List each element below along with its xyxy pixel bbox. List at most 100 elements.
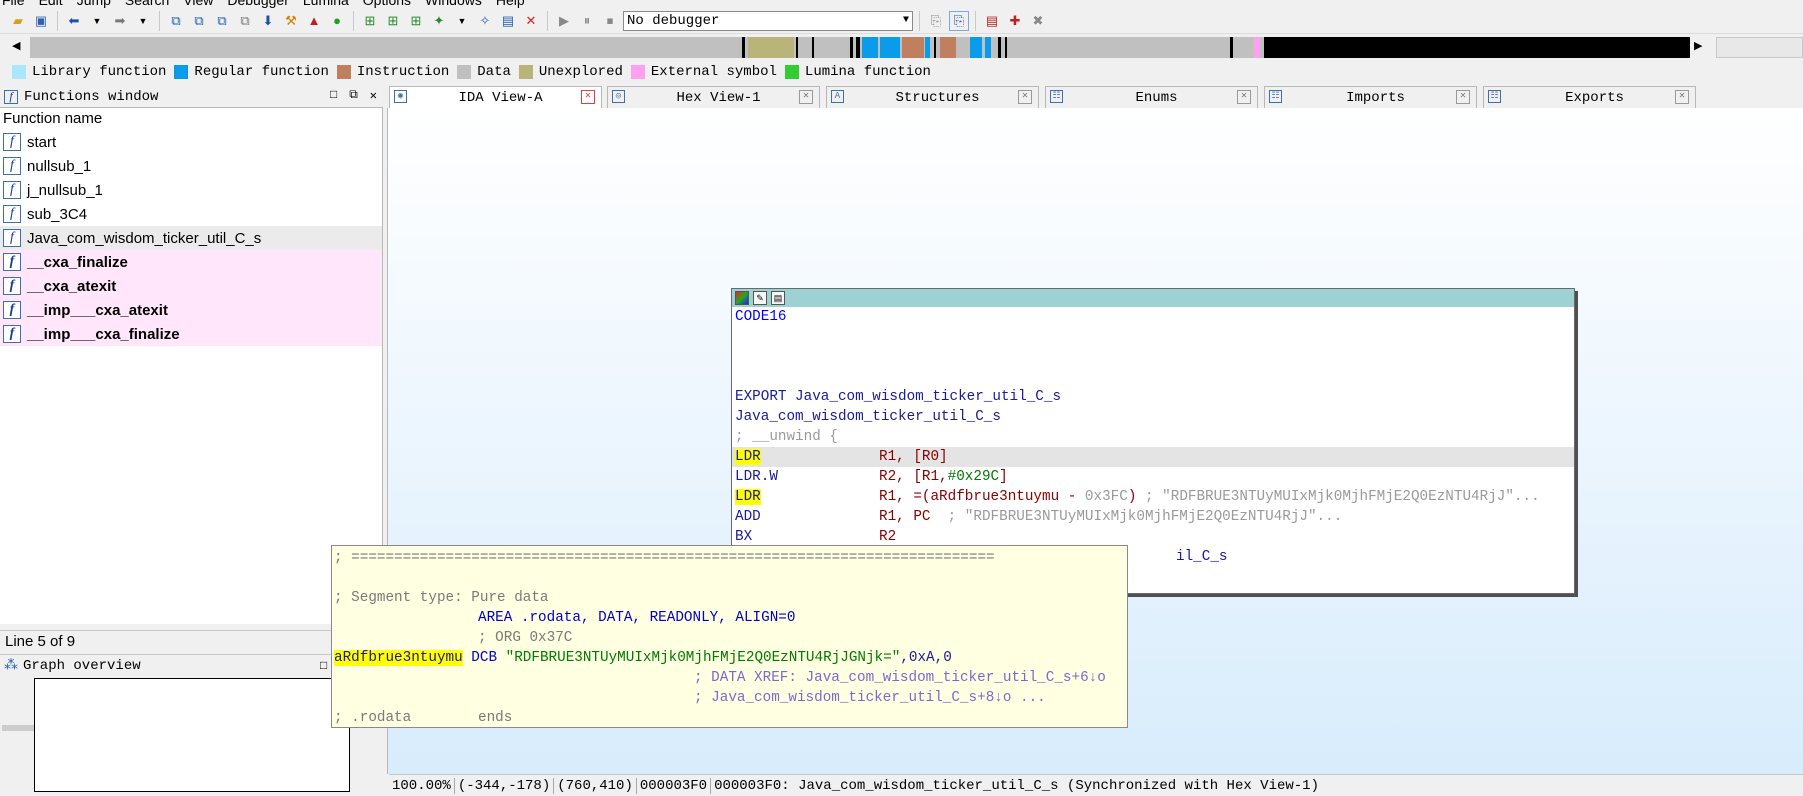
instruction-line[interactable]: LDR R1, =(aRdfbrue3ntuymu - 0x3FC) ; "RDF… [732, 487, 1574, 507]
function-label[interactable]: Java_com_wisdom_ticker_util_C_s [732, 407, 1574, 427]
save-icon[interactable]: ▣ [31, 11, 51, 31]
back-icon[interactable]: ⬅ [64, 11, 84, 31]
function-list-item[interactable]: f __imp___cxa_finalize [0, 322, 382, 346]
mnemonic: LDR [735, 489, 761, 505]
restore-icon[interactable]: □ [330, 88, 337, 103]
search-binary-icon[interactable]: ⧉ [189, 11, 209, 31]
string-value: "RDFBRUE3NTUyMUIxMjk0MjhFMjE2Q0EzNTU4RjJ… [505, 650, 901, 666]
breakpoint-icon[interactable]: ⎘ [926, 11, 946, 31]
node-rename-icon[interactable]: ✎ [753, 291, 767, 305]
tab-hex-view-1[interactable]: ◎ Hex View-1 ✕ [607, 86, 820, 108]
nav-scroll-right-icon[interactable]: ▶ [1694, 39, 1702, 52]
debugger-select[interactable]: No debugger ▼ [623, 10, 913, 31]
string-label[interactable]: aRdfbrue3ntuymu [334, 650, 463, 666]
search-immediate-icon[interactable]: ⧉ [212, 11, 232, 31]
tab-close-icon[interactable]: ✕ [799, 90, 813, 104]
navigation-strip[interactable] [30, 37, 1690, 58]
add-watch-icon[interactable]: ✚ [1005, 11, 1025, 31]
instruction-line[interactable]: LDR.W R2, [R1,#0x29C] [732, 467, 1574, 487]
open-icon[interactable]: ▰ [8, 11, 28, 31]
tab-imports[interactable]: ☷ Imports ✕ [1264, 86, 1477, 108]
instruction-line[interactable]: BX R2 [732, 527, 1574, 547]
tab-close-icon[interactable]: ✕ [1456, 90, 1470, 104]
hint-separator: ; ======================================… [334, 550, 995, 566]
function-name-column-header[interactable]: Function name [0, 108, 382, 130]
function-list-item[interactable]: f Java_com_wisdom_ticker_util_C_s [0, 226, 382, 250]
node-collapse-icon[interactable]: ▤ [771, 291, 785, 305]
delete-icon[interactable]: ✕ [521, 11, 541, 31]
instruction-line[interactable]: LDR R1, [R0] [732, 447, 1574, 467]
back-dropdown-icon[interactable]: ▼ [87, 11, 107, 31]
tab-close-icon[interactable]: ✕ [1675, 90, 1689, 104]
pause-debugger-icon[interactable]: ⏸ [577, 11, 597, 31]
instruction-line[interactable]: ADD R1, PC ; "RDFBRUE3NTUyMUIxMjk0MjhFMjE… [732, 507, 1574, 527]
start-debugger-icon[interactable]: ▶ [554, 11, 574, 31]
menu-item-options[interactable]: Options [363, 0, 411, 8]
function-list-item[interactable]: f sub_3C4 [0, 202, 382, 226]
legend-label: Library function [32, 63, 167, 80]
run-script-icon[interactable]: ● [327, 11, 347, 31]
graph-icon[interactable]: ▲ [304, 11, 324, 31]
tab-structures[interactable]: A Structures ✕ [826, 86, 1039, 108]
forward-icon[interactable]: ➡ [110, 11, 130, 31]
search-text-icon[interactable]: ⧉ [166, 11, 186, 31]
plugin-icon[interactable]: ✧ [475, 11, 495, 31]
debugger-select-value: No debugger [627, 12, 720, 29]
menu-item-view[interactable]: View [183, 0, 213, 8]
create-function-icon[interactable]: ⊞ [360, 11, 380, 31]
node-color-icon[interactable] [735, 291, 749, 305]
forward-dropdown-icon[interactable]: ▼ [133, 11, 153, 31]
cross-reference-icon[interactable]: ⚒ [281, 11, 301, 31]
make-string-dropdown-icon[interactable]: ▼ [452, 11, 472, 31]
menu-item-file[interactable]: File [2, 0, 25, 8]
create-enum-icon[interactable]: ⊞ [406, 11, 426, 31]
legend-item: Instruction [336, 64, 449, 80]
tab-close-icon[interactable]: ✕ [581, 90, 595, 104]
menu-item-search[interactable]: Search [125, 0, 169, 8]
search-next-icon[interactable]: ⧉ [235, 11, 255, 31]
make-string-icon[interactable]: ✦ [429, 11, 449, 31]
menu-item-windows[interactable]: Windows [425, 0, 482, 8]
location-info: 000003F0: Java_com_wisdom_ticker_util_C_… [714, 777, 1319, 794]
menu-item-debugger[interactable]: Debugger [227, 0, 289, 8]
create-struct-icon[interactable]: ⊞ [383, 11, 403, 31]
tab-label: Hex View-1 [676, 89, 761, 106]
step-icon[interactable]: ⎘ [949, 10, 969, 31]
menu-item-edit[interactable]: Edit [39, 0, 63, 8]
remove-watch-icon[interactable]: ✖ [1028, 11, 1048, 31]
function-icon: f [3, 277, 21, 295]
edit-icon[interactable]: ▤ [498, 11, 518, 31]
tab-ida-view-a[interactable]: ◉ IDA View-A ✕ [389, 86, 602, 108]
tab-enums[interactable]: ☷ Enums ✕ [1045, 86, 1258, 108]
menu-item-jump[interactable]: Jump [77, 0, 111, 8]
restore-icon[interactable]: □ [320, 659, 327, 673]
function-list-item[interactable]: f __imp___cxa_atexit [0, 298, 382, 322]
toolbar-separator [57, 10, 58, 31]
tab-close-icon[interactable]: ✕ [1237, 90, 1251, 104]
function-list-item[interactable]: f __cxa_finalize [0, 250, 382, 274]
function-list-item[interactable]: f nullsub_1 [0, 154, 382, 178]
nav-segment [850, 37, 853, 58]
graph-overview-icon: ⁂ [4, 658, 18, 674]
tab-exports[interactable]: ☷ Exports ✕ [1483, 86, 1696, 108]
nav-segment [902, 37, 924, 58]
nav-scroll-left-icon[interactable]: ◀ [12, 39, 20, 52]
menu-item-lumina[interactable]: Lumina [303, 0, 349, 8]
legend-item: Data [457, 64, 511, 80]
hint-xref-2: ; Java_com_wisdom_ticker_util_C_s+8↓o ..… [694, 690, 1046, 706]
function-list-item[interactable]: f j_nullsub_1 [0, 178, 382, 202]
close-icon[interactable]: ✕ [370, 88, 377, 103]
function-list-item[interactable]: f start [0, 130, 382, 154]
jump-down-icon[interactable]: ⬇ [258, 11, 278, 31]
trace-icon[interactable]: ▤ [982, 11, 1002, 31]
function-list-item[interactable]: f __cxa_atexit [0, 274, 382, 298]
nav-zoom-box[interactable] [1716, 37, 1803, 58]
graph-overview-canvas[interactable] [34, 678, 350, 792]
function-icon: f [3, 157, 21, 175]
graph-overview-titlebar: ⁂ Graph overview □ [0, 654, 383, 676]
stop-debugger-icon[interactable]: ⏹ [600, 11, 620, 31]
tab-close-icon[interactable]: ✕ [1018, 90, 1032, 104]
nav-segment [748, 37, 794, 58]
float-icon[interactable]: ⧉ [349, 88, 358, 103]
menu-item-help[interactable]: Help [496, 0, 525, 8]
